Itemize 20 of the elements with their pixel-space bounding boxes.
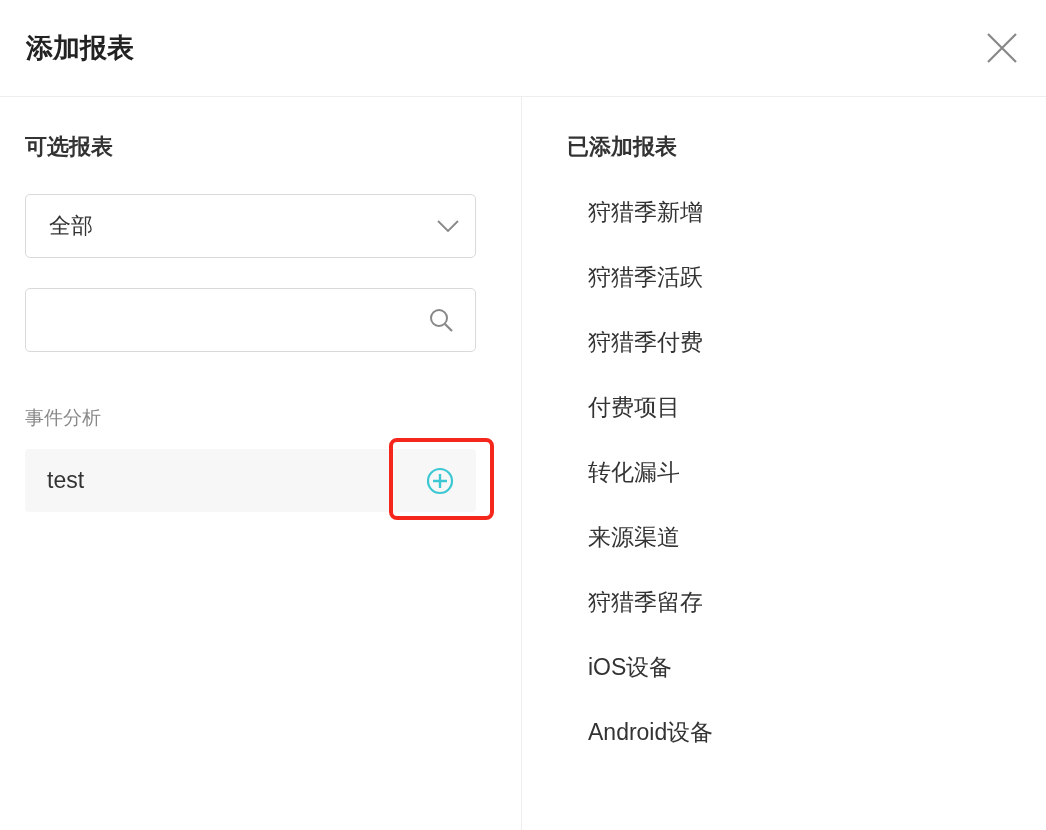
added-report[interactable]: 狩猎季新增: [588, 180, 1026, 245]
chevron-down-icon: [437, 220, 459, 232]
search-icon: [429, 308, 453, 332]
added-report[interactable]: 狩猎季留存: [588, 570, 1026, 635]
added-report[interactable]: 转化漏斗: [588, 440, 1026, 505]
group-label: 事件分析: [25, 406, 102, 430]
added-report[interactable]: 付费项目: [588, 375, 1026, 440]
search-field[interactable]: [25, 288, 476, 352]
report-row[interactable]: test: [25, 449, 476, 512]
added-report[interactable]: 狩猎季活跃: [588, 245, 1026, 310]
added-report[interactable]: 狩猎季付费: [588, 310, 1026, 375]
added-report[interactable]: iOS设备: [588, 635, 1026, 700]
dialog-title: 添加报表: [26, 32, 134, 65]
section-heading: 可选报表: [25, 133, 114, 161]
add-button[interactable]: [426, 466, 454, 495]
close-button[interactable]: [986, 32, 1018, 64]
added-report[interactable]: Android设备: [588, 700, 1026, 765]
category-select[interactable]: 全部: [25, 194, 476, 258]
section-heading: 已添加报表: [567, 133, 678, 161]
added-report[interactable]: 来源渠道: [588, 505, 1026, 570]
